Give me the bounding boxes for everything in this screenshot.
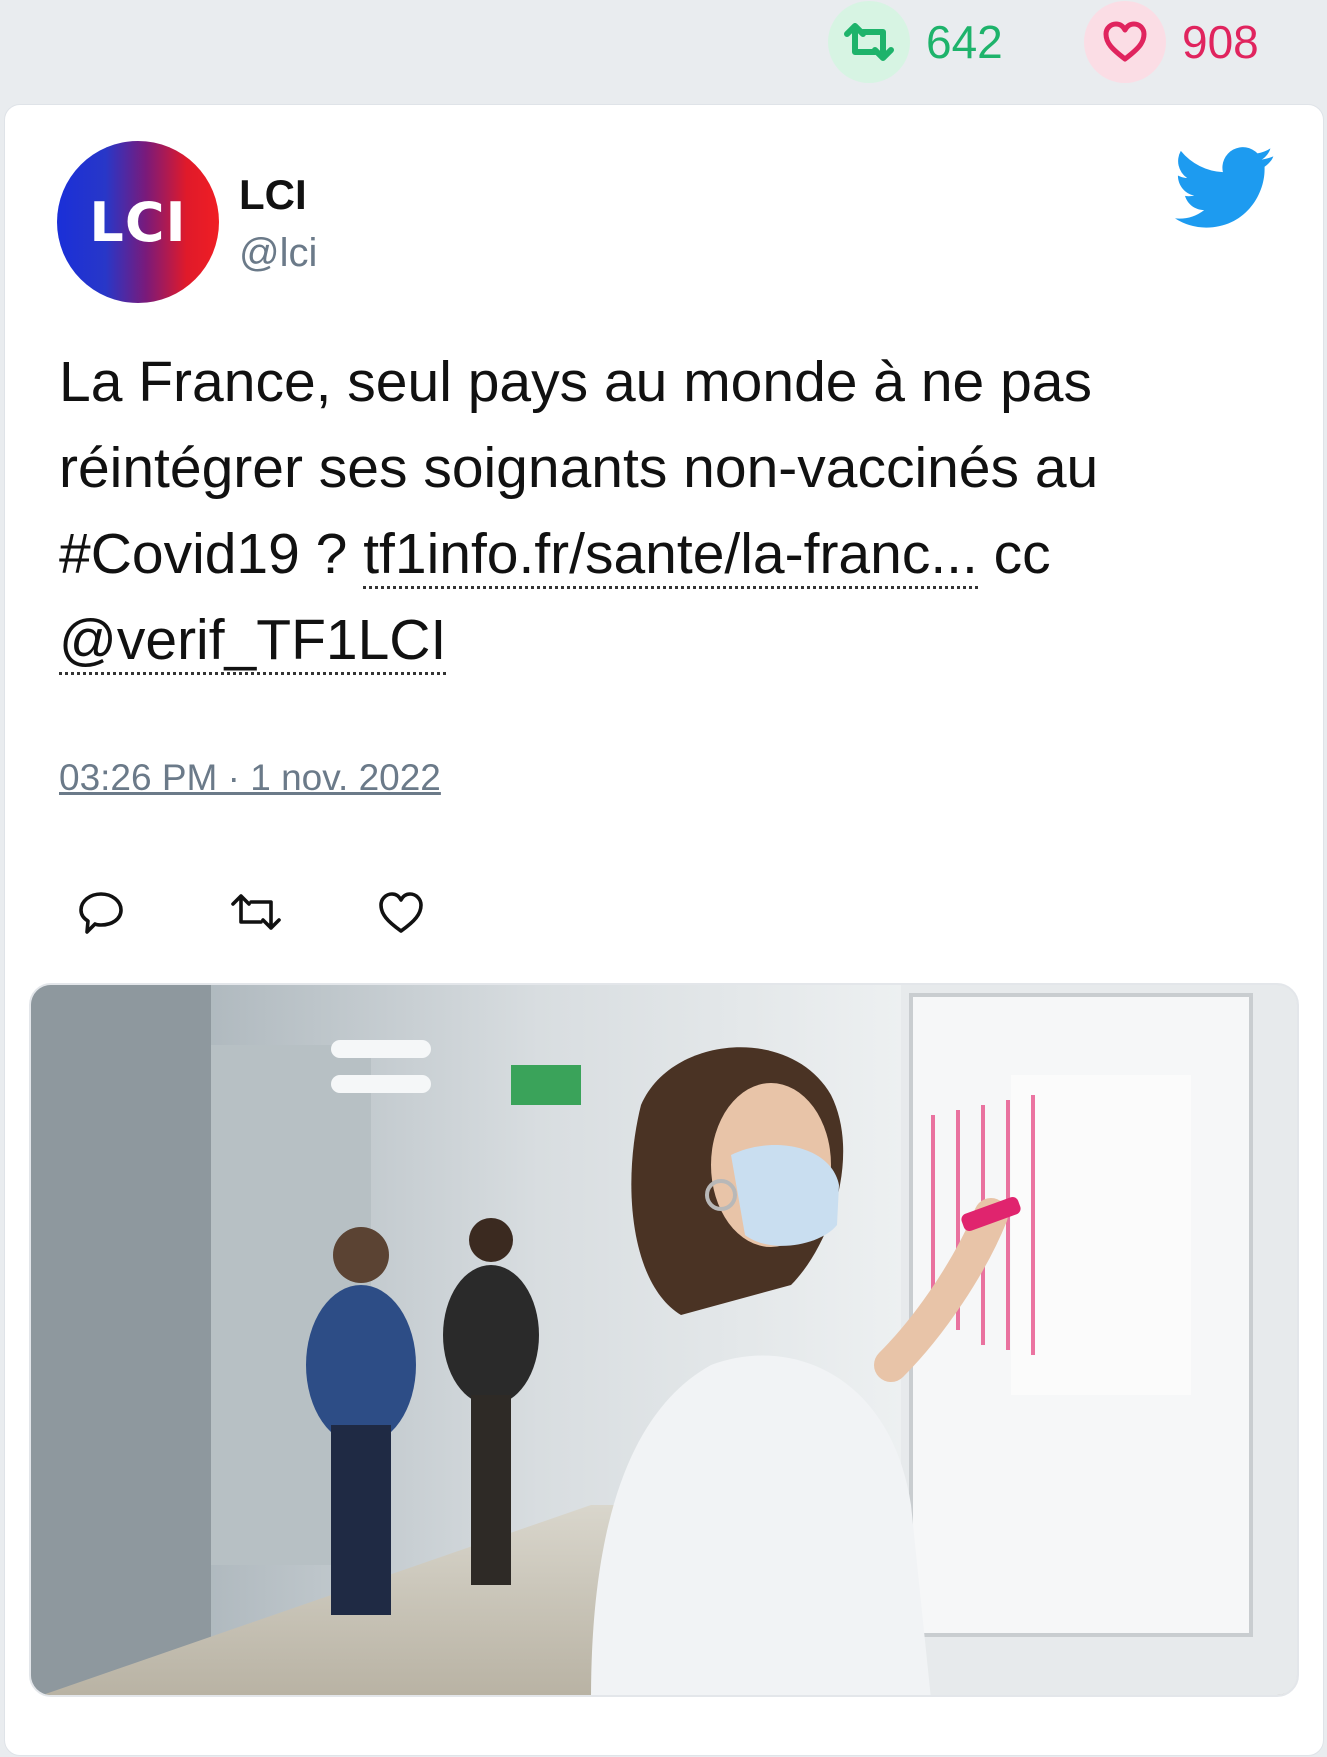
tweet-card: LCI LCI @lci La France, seul pays au mon… bbox=[4, 104, 1324, 1756]
reply-icon bbox=[79, 892, 123, 934]
tweet-text: La France, seul pays au monde à ne pas r… bbox=[59, 339, 1299, 683]
like-count: 908 bbox=[1182, 16, 1259, 68]
author-handle[interactable]: @lci bbox=[239, 231, 317, 276]
tweet-text-part: cc bbox=[977, 522, 1051, 586]
mention-link[interactable]: @verif_TF1LCI bbox=[59, 608, 447, 675]
retweet-stat[interactable]: 642 bbox=[828, 0, 1003, 84]
reply-button[interactable] bbox=[77, 883, 227, 943]
photo-image bbox=[31, 985, 1297, 1695]
like-stat[interactable]: 908 bbox=[1084, 0, 1259, 84]
tweet-link[interactable]: tf1info.fr/sante/la-franc... bbox=[363, 522, 978, 589]
avatar[interactable]: LCI bbox=[57, 141, 219, 303]
heart-icon bbox=[379, 892, 423, 933]
retweet-button[interactable] bbox=[227, 883, 377, 943]
author-name[interactable]: LCI bbox=[239, 171, 307, 219]
retweet-icon bbox=[828, 1, 910, 83]
retweet-icon bbox=[231, 894, 281, 930]
retweet-count: 642 bbox=[926, 16, 1003, 68]
action-bar bbox=[77, 883, 527, 943]
engagement-summary: 642 908 bbox=[0, 0, 1327, 104]
tweet-photo[interactable] bbox=[29, 983, 1299, 1697]
like-button[interactable] bbox=[377, 883, 527, 943]
twitter-bird-icon[interactable] bbox=[1175, 145, 1275, 231]
tweet-timestamp[interactable]: 03:26 PM · 1 nov. 2022 bbox=[59, 757, 441, 799]
heart-icon bbox=[1084, 1, 1166, 83]
avatar-logo-text: LCI bbox=[89, 190, 187, 254]
